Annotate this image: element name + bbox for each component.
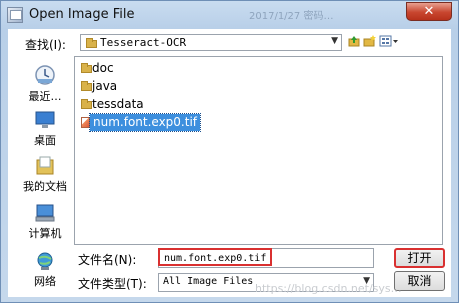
file-name: doc xyxy=(92,61,114,75)
folder-icon xyxy=(81,63,92,73)
close-icon: ✕ xyxy=(423,4,435,19)
place-computer[interactable]: 计算机 xyxy=(15,203,75,241)
image-file-icon xyxy=(81,117,90,128)
network-icon xyxy=(37,252,53,270)
folder-icon xyxy=(86,38,97,48)
close-button[interactable]: ✕ xyxy=(406,2,452,21)
file-name-label: 文件名(N): xyxy=(78,253,137,267)
desktop-icon xyxy=(35,111,55,128)
file-name-value[interactable]: num.font.exp0.tif xyxy=(158,248,273,266)
title-bar[interactable]: Open Image File 2017/1/27 密码… ✕ xyxy=(1,1,458,29)
cancel-button[interactable]: 取消 xyxy=(394,271,445,291)
place-desktop[interactable]: 桌面 xyxy=(15,110,75,148)
watermark-top: 2017/1/27 密码… xyxy=(249,11,334,22)
open-image-file-dialog: Open Image File 2017/1/27 密码… ✕ 查找(I): T… xyxy=(0,0,459,303)
file-name: tessdata xyxy=(92,97,144,111)
place-documents[interactable]: 我的文档 xyxy=(15,156,75,194)
place-network[interactable]: 网络 xyxy=(15,251,75,289)
look-in-value: Tesseract-OCR xyxy=(100,36,187,49)
file-list[interactable]: doc java tessdata num.font.exp0.tif xyxy=(74,56,443,245)
dialog-body: 查找(I): Tesseract-OCR ▼ 最近… 桌面 我的文档 计算机 网… xyxy=(8,29,451,297)
place-label: 网络 xyxy=(34,275,56,288)
places-bar: 最近… 桌面 我的文档 计算机 网络 xyxy=(15,58,75,290)
new-folder-icon[interactable] xyxy=(363,35,376,47)
file-type-label: 文件类型(T): xyxy=(78,277,147,291)
place-label: 我的文档 xyxy=(23,180,67,193)
place-recent[interactable]: 最近… xyxy=(15,64,75,104)
watermark-bottom: https://blog.csdn.net/sys… xyxy=(255,282,402,295)
up-one-level-icon[interactable] xyxy=(348,35,360,47)
window-title: Open Image File xyxy=(29,7,135,22)
look-in-combo[interactable]: Tesseract-OCR ▼ xyxy=(80,34,342,51)
folder-icon xyxy=(81,81,92,91)
app-icon xyxy=(7,7,23,23)
place-label: 最近… xyxy=(28,90,62,103)
place-label: 计算机 xyxy=(28,227,62,240)
folder-icon xyxy=(81,99,92,109)
place-label: 桌面 xyxy=(34,134,56,147)
look-in-label: 查找(I): xyxy=(25,38,66,52)
chevron-down-icon[interactable]: ▼ xyxy=(331,36,338,46)
computer-icon xyxy=(35,204,55,222)
file-name-field[interactable]: num.font.exp0.tif xyxy=(158,248,374,268)
recent-places-icon xyxy=(35,65,55,85)
view-menu-icon[interactable] xyxy=(379,35,399,47)
file-type-value: All Image Files xyxy=(163,276,254,287)
my-documents-icon xyxy=(36,156,54,175)
open-button[interactable]: 打开 xyxy=(394,248,445,268)
file-name: num.font.exp0.tif xyxy=(88,113,202,132)
file-name: java xyxy=(92,79,118,93)
